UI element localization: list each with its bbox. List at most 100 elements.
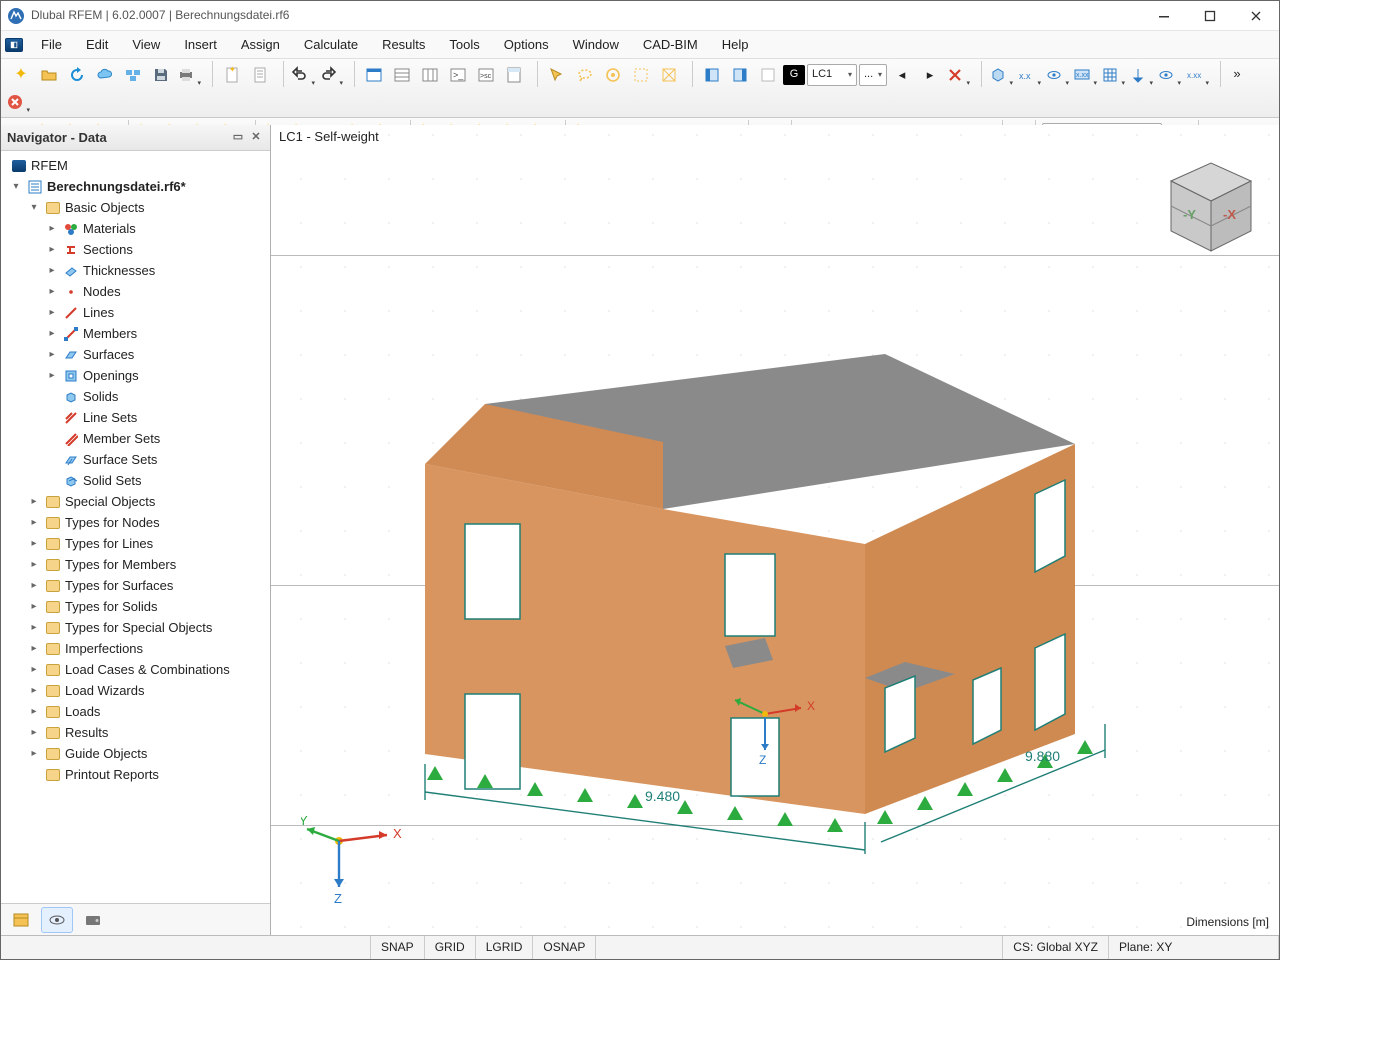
nav-tab-views-button[interactable] — [77, 907, 109, 933]
tree-loadcases-combos[interactable]: Load Cases & Combinations — [3, 659, 268, 680]
menu-help[interactable]: Help — [712, 33, 759, 57]
calc-panel-button[interactable] — [501, 62, 527, 88]
select-window-button[interactable] — [628, 62, 654, 88]
new-file-button[interactable]: ✦ — [8, 62, 34, 88]
menu-window[interactable]: Window — [563, 33, 629, 57]
tree-lines[interactable]: Lines — [3, 302, 268, 323]
show-eye-2-button[interactable]: ▾ — [1156, 62, 1182, 88]
menu-edit[interactable]: Edit — [76, 33, 118, 57]
view-cube-button[interactable]: ▾ — [988, 62, 1014, 88]
tree-imperfections[interactable]: Imperfections — [3, 638, 268, 659]
close-model-button[interactable]: ▾ — [5, 89, 31, 115]
nav-tab-data-button[interactable] — [5, 907, 37, 933]
tree-basic-objects[interactable]: Basic Objects — [3, 197, 268, 218]
menu-assign[interactable]: Assign — [231, 33, 290, 57]
select-all-button[interactable] — [600, 62, 626, 88]
tree-types-for-solids[interactable]: Types for Solids — [3, 596, 268, 617]
nav-tab-display-button[interactable] — [41, 907, 73, 933]
tree-guide-objects[interactable]: Guide Objects — [3, 743, 268, 764]
window-maximize-button[interactable] — [1187, 1, 1233, 31]
table-panel-2-button[interactable] — [389, 62, 415, 88]
expand-toggle-icon[interactable] — [27, 202, 41, 214]
menu-insert[interactable]: Insert — [174, 33, 227, 57]
status-osnap-toggle[interactable]: OSNAP — [533, 936, 596, 959]
tree-member-sets[interactable]: Member Sets — [3, 428, 268, 449]
loadcase-more-selector[interactable]: ... — [859, 64, 887, 86]
app-menu-icon[interactable]: ◧ — [5, 38, 23, 52]
menu-results[interactable]: Results — [372, 33, 435, 57]
select-filter-button[interactable] — [656, 62, 682, 88]
show-numbers-button[interactable]: x.x▾ — [1016, 62, 1042, 88]
show-eye-1-button[interactable]: ▾ — [1044, 62, 1070, 88]
status-grid-toggle[interactable]: GRID — [425, 936, 476, 959]
tree-materials[interactable]: Materials — [3, 218, 268, 239]
menu-options[interactable]: Options — [494, 33, 559, 57]
view-left-button[interactable] — [699, 62, 725, 88]
tree-solids[interactable]: Solids — [3, 386, 268, 407]
tree-types-for-nodes[interactable]: Types for Nodes — [3, 512, 268, 533]
tree-line-sets[interactable]: Line Sets — [3, 407, 268, 428]
status-lgrid-toggle[interactable]: LGRID — [476, 936, 534, 959]
view-right-button[interactable] — [727, 62, 753, 88]
save-button[interactable] — [148, 62, 174, 88]
viewport-3d[interactable]: LC1 - Self-weight — [271, 125, 1279, 935]
model-manager-button[interactable] — [120, 62, 146, 88]
tree-types-for-surfaces[interactable]: Types for Surfaces — [3, 575, 268, 596]
menu-file[interactable]: File — [31, 33, 72, 57]
tree-loads[interactable]: Loads — [3, 701, 268, 722]
sheet-button[interactable] — [247, 62, 273, 88]
print-button[interactable]: ▾ — [176, 62, 202, 88]
orientation-cube[interactable]: -Y -X — [1151, 151, 1261, 261]
tree-types-for-members[interactable]: Types for Members — [3, 554, 268, 575]
menu-view[interactable]: View — [122, 33, 170, 57]
refresh-button[interactable] — [64, 62, 90, 88]
table-panel-3-button[interactable] — [417, 62, 443, 88]
tree-solid-sets[interactable]: Solid Sets — [3, 470, 268, 491]
tree-printout-reports[interactable]: Printout Reports — [3, 764, 268, 785]
show-xxx-button[interactable]: x.xx▾ — [1184, 62, 1210, 88]
window-minimize-button[interactable] — [1141, 1, 1187, 31]
show-values-button[interactable]: x.xx▾ — [1072, 62, 1098, 88]
script-button[interactable]: >sc — [473, 62, 499, 88]
tree-thicknesses[interactable]: Thicknesses — [3, 260, 268, 281]
tree-special-objects[interactable]: Special Objects — [3, 491, 268, 512]
tree-results[interactable]: Results — [3, 722, 268, 743]
console-button[interactable]: >_ — [445, 62, 471, 88]
undo-button[interactable]: ▾ — [290, 62, 316, 88]
window-close-button[interactable] — [1233, 1, 1279, 31]
tree-nodes[interactable]: Nodes — [3, 281, 268, 302]
menu-tools[interactable]: Tools — [439, 33, 489, 57]
select-button[interactable] — [544, 62, 570, 88]
tree-root-rfem[interactable]: RFEM — [3, 155, 268, 176]
cloud-button[interactable] — [92, 62, 118, 88]
show-supports-button[interactable]: ▾ — [1128, 62, 1154, 88]
tree-types-for-lines[interactable]: Types for Lines — [3, 533, 268, 554]
status-snap-toggle[interactable]: SNAP — [371, 936, 425, 959]
lasso-select-button[interactable] — [572, 62, 598, 88]
tree-surfaces[interactable]: Surfaces — [3, 344, 268, 365]
redo-button[interactable]: ▾ — [318, 62, 344, 88]
open-file-button[interactable] — [36, 62, 62, 88]
loadcase-selector[interactable]: LC1 — [807, 64, 857, 86]
tree-load-wizards[interactable]: Load Wizards — [3, 680, 268, 701]
tree-file[interactable]: Berechnungsdatei.rf6* — [3, 176, 268, 197]
tree-sections[interactable]: Sections — [3, 239, 268, 260]
menu-cad-bim[interactable]: CAD-BIM — [633, 33, 708, 57]
tree-members[interactable]: Members — [3, 323, 268, 344]
toolbar-overflow-1-button[interactable]: » — [1224, 61, 1250, 87]
new-sheet-button[interactable]: ✦ — [219, 62, 245, 88]
menu-calculate[interactable]: Calculate — [294, 33, 368, 57]
loadcase-delete-button[interactable]: ▾ — [945, 62, 971, 88]
navigator-tree[interactable]: RFEM Berechnungsdatei.rf6* Basic Objects… — [1, 151, 270, 903]
loadcase-next-button[interactable]: ▸ — [917, 62, 943, 88]
tree-openings[interactable]: Openings — [3, 365, 268, 386]
navigator-close-button[interactable]: ✕ — [248, 130, 264, 146]
loadcase-prev-button[interactable]: ◂ — [889, 62, 915, 88]
tree-surface-sets[interactable]: Surface Sets — [3, 449, 268, 470]
expand-toggle-icon[interactable] — [9, 181, 23, 193]
show-grid-toggle-button[interactable]: ▾ — [1100, 62, 1126, 88]
tree-types-for-special[interactable]: Types for Special Objects — [3, 617, 268, 638]
table-panel-1-button[interactable] — [361, 62, 387, 88]
navigator-float-button[interactable]: ▭ — [230, 130, 246, 146]
view-blank-button[interactable] — [755, 62, 781, 88]
